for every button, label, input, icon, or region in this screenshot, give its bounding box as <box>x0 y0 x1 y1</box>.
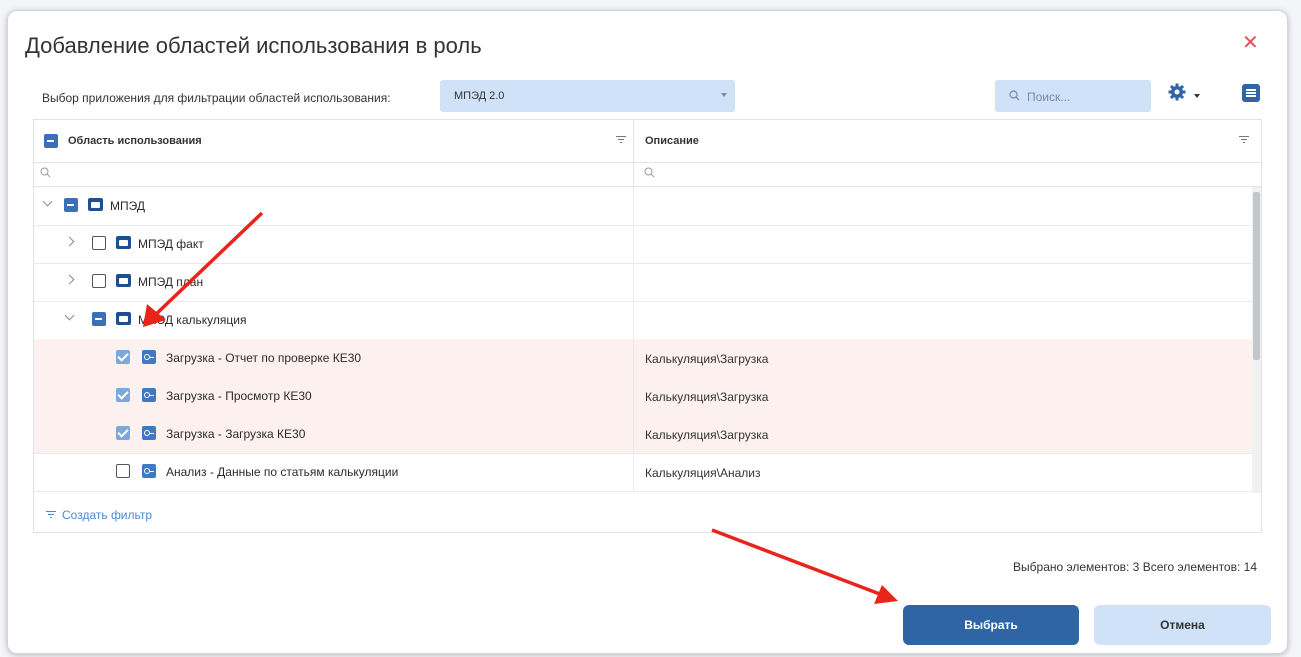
row-label: МПЭД <box>110 199 145 213</box>
row-checkbox[interactable] <box>116 464 130 478</box>
app-select[interactable]: МПЭД 2.0 <box>440 80 735 112</box>
row-checkbox[interactable] <box>116 388 130 402</box>
row-label: Анализ - Данные по статьям калькуляции <box>166 465 399 479</box>
folder-icon <box>116 274 131 287</box>
folder-icon <box>116 312 131 325</box>
chevron-down-icon <box>721 93 727 97</box>
folder-icon <box>88 198 103 211</box>
table-row[interactable]: Загрузка - Отчет по проверке КЕ30 Кальку… <box>34 339 1252 378</box>
filter-icon <box>46 511 56 519</box>
row-description: Калькуляция\Загрузка <box>645 428 769 442</box>
row-checkbox[interactable] <box>92 236 106 250</box>
row-checkbox[interactable] <box>92 312 106 326</box>
column-filter-icon[interactable] <box>616 136 626 144</box>
search-input[interactable] <box>1025 87 1147 107</box>
app-filter-label: Выбор приложения для фильтрации областей… <box>42 91 391 105</box>
row-checkbox[interactable] <box>92 274 106 288</box>
column-chooser-icon[interactable] <box>1242 84 1260 102</box>
table-row[interactable]: МПЭД факт <box>34 225 1252 264</box>
close-icon[interactable]: ✕ <box>1242 33 1259 53</box>
row-label: МПЭД факт <box>138 237 204 251</box>
cancel-button[interactable]: Отмена <box>1094 605 1271 645</box>
select-all-checkbox[interactable] <box>44 134 58 148</box>
gear-icon[interactable] <box>1168 83 1186 101</box>
table-row[interactable]: МПЭД калькуляция <box>34 301 1252 340</box>
column-filter-icon[interactable] <box>1239 136 1249 144</box>
chevron-right-icon[interactable] <box>64 274 75 285</box>
chevron-down-icon[interactable] <box>42 196 53 207</box>
row-label: МПЭД калькуляция <box>138 313 247 327</box>
vertical-scrollbar[interactable] <box>1252 187 1261 493</box>
search-box[interactable] <box>995 80 1151 112</box>
scrollbar-thumb[interactable] <box>1253 192 1260 360</box>
table-row[interactable]: Загрузка - Просмотр КЕ30 Калькуляция\Заг… <box>34 377 1252 416</box>
row-description: Калькуляция\Анализ <box>645 466 761 480</box>
folder-icon <box>116 236 131 249</box>
row-description: Калькуляция\Загрузка <box>645 352 769 366</box>
table-row[interactable]: Анализ - Данные по статьям калькуляции К… <box>34 453 1252 492</box>
column-header-description: Описание <box>645 135 699 147</box>
key-icon <box>142 350 156 364</box>
add-usage-areas-dialog: Добавление областей использования в роль… <box>7 10 1288 654</box>
table-row[interactable]: МПЭД <box>34 187 1252 226</box>
grid-header: Область использования Описание <box>34 120 1261 163</box>
search-icon[interactable] <box>40 167 51 178</box>
column-header-usage-area: Область использования <box>68 135 202 147</box>
row-description: Калькуляция\Загрузка <box>645 390 769 404</box>
key-icon <box>142 388 156 402</box>
dialog-title: Добавление областей использования в роль <box>25 33 482 58</box>
chevron-down-icon[interactable] <box>64 310 75 321</box>
grid-body: МПЭД МПЭД факт МПЭД план МПЭД калькуляци… <box>34 187 1252 493</box>
search-icon[interactable] <box>644 167 655 178</box>
gear-menu-chevron-icon[interactable] <box>1194 94 1200 98</box>
selected-count: Выбрано элементов: 3 <box>1013 560 1140 574</box>
search-icon <box>1009 90 1020 101</box>
selection-status: Выбрано элементов: 3 Всего элементов: 14 <box>1013 560 1257 574</box>
chevron-right-icon[interactable] <box>64 236 75 247</box>
row-label: Загрузка - Загрузка КЕ30 <box>166 427 306 441</box>
row-label: Загрузка - Отчет по проверке КЕ30 <box>166 351 362 365</box>
key-icon <box>142 464 156 478</box>
row-label: Загрузка - Просмотр КЕ30 <box>166 389 312 403</box>
select-button[interactable]: Выбрать <box>903 605 1079 645</box>
grid-filter-row <box>34 162 1261 187</box>
row-label: МПЭД план <box>138 275 204 289</box>
app-select-value: МПЭД 2.0 <box>454 90 505 102</box>
key-icon <box>142 426 156 440</box>
total-count: Всего элементов: 14 <box>1142 560 1257 574</box>
create-filter-label: Создать фильтр <box>62 508 152 522</box>
row-checkbox[interactable] <box>116 350 130 364</box>
row-checkbox[interactable] <box>64 198 78 212</box>
table-row[interactable]: Загрузка - Загрузка КЕ30 Калькуляция\Заг… <box>34 415 1252 454</box>
row-checkbox[interactable] <box>116 426 130 440</box>
usage-areas-grid: Область использования Описание МПЭД МПЭД… <box>33 119 1262 533</box>
table-row[interactable]: МПЭД план <box>34 263 1252 302</box>
